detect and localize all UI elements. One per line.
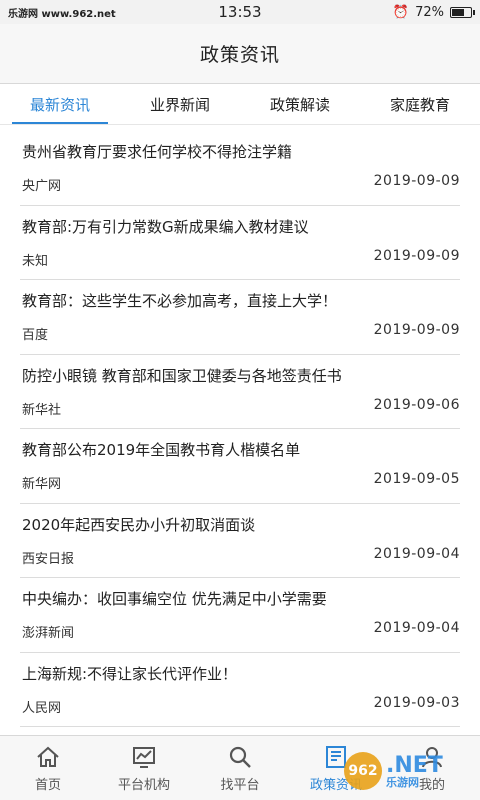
news-source: 新华社 bbox=[22, 402, 62, 418]
nav-home-label: 首页 bbox=[34, 777, 61, 793]
list-item[interactable]: 中央编办：收回事编空位 优先满足中小学需要 澎湃新闻 2019-09-04 bbox=[20, 578, 460, 653]
news-title: 贵州省教育厅要求任何学校不得抢注学籍 bbox=[22, 143, 293, 161]
tab-family-education[interactable]: 家庭教育 bbox=[360, 84, 480, 124]
news-date: 2019-09-05 bbox=[373, 471, 460, 487]
page-title: 政策资讯 bbox=[199, 44, 280, 66]
news-title: 2020年起西安民办小升初取消面谈 bbox=[22, 515, 256, 534]
status-icons: ⏰ 72% bbox=[312, 4, 475, 20]
tab-latest[interactable]: 最新资讯 bbox=[0, 84, 120, 124]
news-date: 2019-09-09 bbox=[373, 322, 460, 338]
news-list: 贵州省教育厅要求任何学校不得抢注学籍 央广网 2019-09-09 教育部:万有… bbox=[0, 131, 480, 727]
battery-fill bbox=[452, 8, 465, 16]
news-date: 2019-09-04 bbox=[373, 545, 460, 562]
chart-icon bbox=[131, 744, 157, 770]
news-title: 中央编办：收回事编空位 优先满足中小学需要 bbox=[22, 590, 327, 608]
nav-find-platform[interactable]: 找平台 bbox=[192, 736, 288, 800]
news-title: 防控小眼镜 教育部和国家卫健委与各地签责任书 bbox=[22, 366, 342, 385]
news-date: 2019-09-04 bbox=[373, 620, 460, 636]
list-item[interactable]: 教育部公布2019年全国教书育人楷模名单 新华网 2019-09-05 bbox=[20, 429, 460, 504]
status-time: 13:53 bbox=[218, 3, 262, 21]
nav-home[interactable]: 首页 bbox=[0, 736, 96, 800]
category-tabs: 最新资讯 业界新闻 政策解读 家庭教育 bbox=[0, 84, 480, 124]
watermark-big: .NET bbox=[386, 752, 443, 778]
status-site-label: 乐游网 www.962.net bbox=[8, 8, 116, 20]
home-icon bbox=[35, 744, 61, 770]
list-item[interactable]: 教育部：这些学生不必参加高考，直接上大学！ 百度 2019-09-09 bbox=[20, 280, 460, 355]
alarm-icon: ⏰ bbox=[392, 4, 410, 20]
news-title: 上海新规:不得让家长代评作业！ bbox=[22, 664, 238, 683]
nav-platform-orgs-label: 平台机构 bbox=[117, 777, 170, 793]
status-bar: 乐游网 www.962.net 13:53 ⏰ 72% bbox=[0, 0, 480, 24]
news-title: 教育部：这些学生不必参加高考，直接上大学！ bbox=[22, 292, 338, 310]
news-date: 2019-09-09 bbox=[373, 173, 460, 189]
list-item[interactable]: 2020年起西安民办小升初取消面谈 西安日报 2019-09-04 bbox=[20, 504, 460, 578]
news-title: 教育部:万有引力常数G新成果编入教材建议 bbox=[22, 217, 309, 236]
news-date: 2019-09-03 bbox=[373, 694, 460, 711]
battery-percent: 72% bbox=[415, 4, 444, 20]
list-item[interactable]: 上海新规:不得让家长代评作业！ 人民网 2019-09-03 bbox=[20, 653, 460, 727]
news-source: 百度 bbox=[22, 328, 49, 343]
list-item[interactable]: 贵州省教育厅要求任何学校不得抢注学籍 央广网 2019-09-09 bbox=[20, 131, 460, 206]
watermark-text: .NET 乐游网 bbox=[386, 754, 443, 789]
battery-icon bbox=[450, 6, 475, 18]
news-source: 未知 bbox=[22, 253, 49, 269]
watermark-small: 乐游网 bbox=[386, 775, 419, 789]
watermark-logo: 962 .NET 乐游网 bbox=[344, 748, 474, 794]
news-source: 新华网 bbox=[22, 477, 62, 492]
news-title: 教育部公布2019年全国教书育人楷模名单 bbox=[22, 441, 301, 459]
news-source: 人民网 bbox=[22, 700, 62, 716]
nav-find-platform-label: 找平台 bbox=[220, 777, 260, 793]
news-source: 央广网 bbox=[22, 179, 62, 194]
tab-policy-interpretation[interactable]: 政策解读 bbox=[240, 84, 360, 124]
search-icon bbox=[227, 744, 253, 770]
watermark-circle: 962 bbox=[344, 752, 382, 790]
news-date: 2019-09-09 bbox=[373, 247, 460, 264]
nav-platform-orgs[interactable]: 平台机构 bbox=[96, 736, 192, 800]
news-source: 澎湃新闻 bbox=[22, 626, 75, 641]
list-item[interactable]: 防控小眼镜 教育部和国家卫健委与各地签责任书 新华社 2019-09-06 bbox=[20, 355, 460, 429]
list-item[interactable]: 教育部:万有引力常数G新成果编入教材建议 未知 2019-09-09 bbox=[20, 206, 460, 280]
tab-industry-news[interactable]: 业界新闻 bbox=[120, 84, 240, 124]
news-date: 2019-09-06 bbox=[373, 396, 460, 413]
tabs-divider bbox=[0, 124, 480, 125]
page-header: 政策资讯 bbox=[0, 24, 480, 84]
news-source: 西安日报 bbox=[22, 551, 75, 567]
